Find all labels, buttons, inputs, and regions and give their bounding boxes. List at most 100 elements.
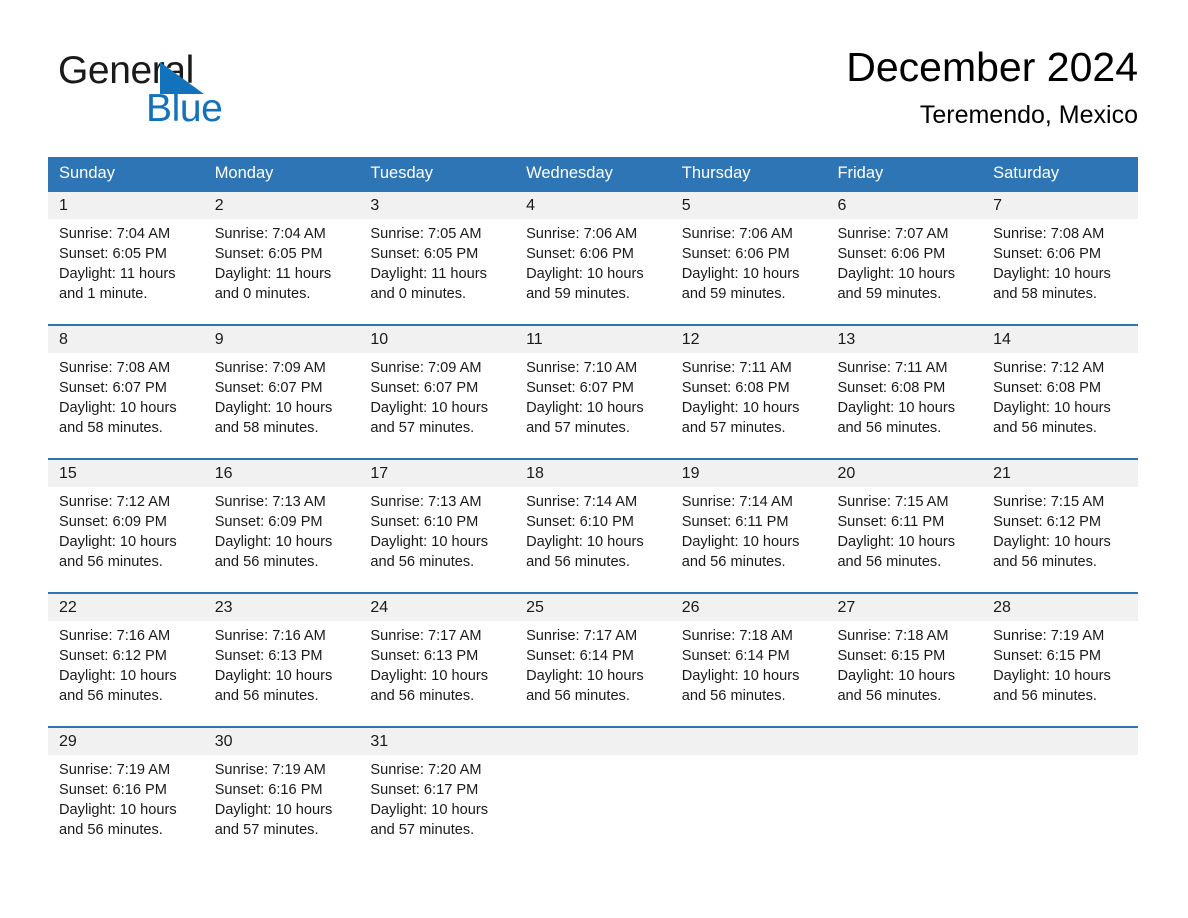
day-number[interactable]: 14 (982, 326, 1138, 353)
sunrise-text: Sunrise: 7:15 AM (837, 494, 949, 510)
day-number[interactable]: 3 (359, 192, 515, 219)
day-detail-band: Sunrise: 7:08 AM Sunset: 6:07 PM Dayligh… (48, 353, 1138, 458)
sunrise-text: Sunrise: 7:09 AM (214, 360, 326, 376)
day-cell[interactable]: Sunrise: 7:20 AM Sunset: 6:17 PM Dayligh… (359, 755, 515, 860)
day-number[interactable]: 16 (204, 460, 360, 487)
sunset-text: Sunset: 6:06 PM (681, 246, 790, 262)
day-cell[interactable]: Sunrise: 7:09 AM Sunset: 6:07 PM Dayligh… (359, 353, 515, 458)
day-number[interactable]: 22 (48, 594, 204, 621)
day-number[interactable]: 13 (826, 326, 982, 353)
day-number[interactable]: 24 (359, 594, 515, 621)
sunset-text: Sunset: 6:07 PM (214, 380, 323, 396)
daylight-text: Daylight: 10 hours and 58 minutes. (59, 400, 177, 436)
day-cell[interactable]: Sunrise: 7:09 AM Sunset: 6:07 PM Dayligh… (204, 353, 360, 458)
title-block: December 2024 Teremendo, Mexico (846, 40, 1138, 130)
day-cell[interactable]: Sunrise: 7:13 AM Sunset: 6:09 PM Dayligh… (204, 487, 360, 592)
day-number[interactable]: 27 (826, 594, 982, 621)
day-number[interactable]: 17 (359, 460, 515, 487)
day-cell[interactable]: Sunrise: 7:19 AM Sunset: 6:16 PM Dayligh… (204, 755, 360, 860)
day-cell[interactable]: Sunrise: 7:04 AM Sunset: 6:05 PM Dayligh… (48, 219, 204, 324)
day-cell[interactable]: Sunrise: 7:06 AM Sunset: 6:06 PM Dayligh… (515, 219, 671, 324)
day-cell[interactable]: Sunrise: 7:17 AM Sunset: 6:13 PM Dayligh… (359, 621, 515, 726)
day-number[interactable]: 31 (359, 728, 515, 755)
day-number[interactable]: 1 (48, 192, 204, 219)
sunset-text: Sunset: 6:07 PM (370, 380, 479, 396)
day-cell[interactable]: Sunrise: 7:14 AM Sunset: 6:10 PM Dayligh… (515, 487, 671, 592)
sunset-text: Sunset: 6:06 PM (993, 246, 1102, 262)
day-cell[interactable]: Sunrise: 7:10 AM Sunset: 6:07 PM Dayligh… (515, 353, 671, 458)
day-number[interactable]: 18 (515, 460, 671, 487)
day-number[interactable]: 19 (671, 460, 827, 487)
sunset-text: Sunset: 6:06 PM (837, 246, 946, 262)
day-cell[interactable]: Sunrise: 7:15 AM Sunset: 6:12 PM Dayligh… (982, 487, 1138, 592)
daylight-text: Daylight: 10 hours and 56 minutes. (214, 668, 333, 704)
sunset-text: Sunset: 6:11 PM (837, 514, 945, 530)
day-cell[interactable]: Sunrise: 7:11 AM Sunset: 6:08 PM Dayligh… (671, 353, 827, 458)
sunset-text: Sunset: 6:05 PM (370, 246, 479, 262)
daylight-text: Daylight: 10 hours and 56 minutes. (681, 534, 800, 570)
daylight-text: Daylight: 10 hours and 56 minutes. (993, 534, 1111, 570)
day-number[interactable]: 9 (204, 326, 360, 353)
day-number[interactable]: 23 (204, 594, 360, 621)
day-number[interactable]: 8 (48, 326, 204, 353)
sunrise-text: Sunrise: 7:18 AM (681, 628, 793, 644)
day-cell[interactable]: Sunrise: 7:12 AM Sunset: 6:08 PM Dayligh… (982, 353, 1138, 458)
day-number[interactable]: 28 (982, 594, 1138, 621)
day-cell[interactable]: Sunrise: 7:08 AM Sunset: 6:06 PM Dayligh… (982, 219, 1138, 324)
sunrise-text: Sunrise: 7:12 AM (993, 360, 1105, 376)
day-cell[interactable]: Sunrise: 7:13 AM Sunset: 6:10 PM Dayligh… (359, 487, 515, 592)
sunset-text: Sunset: 6:14 PM (526, 648, 634, 664)
day-cell[interactable]: Sunrise: 7:17 AM Sunset: 6:14 PM Dayligh… (515, 621, 671, 726)
day-cell[interactable]: Sunrise: 7:11 AM Sunset: 6:08 PM Dayligh… (826, 353, 982, 458)
day-cell[interactable]: Sunrise: 7:16 AM Sunset: 6:12 PM Dayligh… (48, 621, 204, 726)
day-cell-empty (826, 755, 982, 860)
day-number[interactable]: 2 (204, 192, 360, 219)
day-number[interactable]: 4 (515, 192, 671, 219)
day-number[interactable]: 15 (48, 460, 204, 487)
sunset-text: Sunset: 6:09 PM (59, 514, 167, 530)
daylight-text: Daylight: 10 hours and 57 minutes. (681, 400, 800, 436)
sunset-text: Sunset: 6:16 PM (214, 782, 323, 798)
day-number[interactable]: 20 (826, 460, 982, 487)
daylight-text: Daylight: 10 hours and 56 minutes. (370, 668, 489, 704)
day-number-empty (515, 728, 671, 755)
sunset-text: Sunset: 6:08 PM (681, 380, 790, 396)
sunrise-text: Sunrise: 7:09 AM (370, 360, 482, 376)
day-cell[interactable]: Sunrise: 7:06 AM Sunset: 6:06 PM Dayligh… (671, 219, 827, 324)
day-number[interactable]: 25 (515, 594, 671, 621)
day-cell[interactable]: Sunrise: 7:18 AM Sunset: 6:15 PM Dayligh… (826, 621, 982, 726)
day-number[interactable]: 5 (671, 192, 827, 219)
day-cell[interactable]: Sunrise: 7:05 AM Sunset: 6:05 PM Dayligh… (359, 219, 515, 324)
day-number[interactable]: 12 (671, 326, 827, 353)
daylight-text: Daylight: 10 hours and 57 minutes. (370, 802, 489, 838)
sunset-text: Sunset: 6:15 PM (993, 648, 1102, 664)
day-cell[interactable]: Sunrise: 7:12 AM Sunset: 6:09 PM Dayligh… (48, 487, 204, 592)
daylight-text: Daylight: 11 hours and 0 minutes. (214, 266, 332, 302)
sunrise-text: Sunrise: 7:13 AM (214, 494, 326, 510)
day-cell[interactable]: Sunrise: 7:18 AM Sunset: 6:14 PM Dayligh… (671, 621, 827, 726)
day-number[interactable]: 7 (982, 192, 1138, 219)
day-number[interactable]: 21 (982, 460, 1138, 487)
generalblue-logo[interactable]: General Blue (58, 50, 398, 136)
sunset-text: Sunset: 6:13 PM (214, 648, 323, 664)
day-cell[interactable]: Sunrise: 7:15 AM Sunset: 6:11 PM Dayligh… (826, 487, 982, 592)
sunset-text: Sunset: 6:10 PM (370, 514, 479, 530)
day-number[interactable]: 29 (48, 728, 204, 755)
day-cell[interactable]: Sunrise: 7:19 AM Sunset: 6:15 PM Dayligh… (982, 621, 1138, 726)
day-cell-empty (515, 755, 671, 860)
day-cell[interactable]: Sunrise: 7:07 AM Sunset: 6:06 PM Dayligh… (826, 219, 982, 324)
daylight-text: Daylight: 10 hours and 56 minutes. (59, 534, 177, 570)
day-cell[interactable]: Sunrise: 7:19 AM Sunset: 6:16 PM Dayligh… (48, 755, 204, 860)
day-cell[interactable]: Sunrise: 7:16 AM Sunset: 6:13 PM Dayligh… (204, 621, 360, 726)
day-number[interactable]: 30 (204, 728, 360, 755)
day-number[interactable]: 6 (826, 192, 982, 219)
sunrise-text: Sunrise: 7:07 AM (837, 226, 949, 242)
day-cell[interactable]: Sunrise: 7:14 AM Sunset: 6:11 PM Dayligh… (671, 487, 827, 592)
day-number[interactable]: 11 (515, 326, 671, 353)
daylight-text: Daylight: 10 hours and 56 minutes. (526, 534, 644, 570)
sunset-text: Sunset: 6:12 PM (59, 648, 167, 664)
day-number[interactable]: 26 (671, 594, 827, 621)
day-cell[interactable]: Sunrise: 7:04 AM Sunset: 6:05 PM Dayligh… (204, 219, 360, 324)
day-cell[interactable]: Sunrise: 7:08 AM Sunset: 6:07 PM Dayligh… (48, 353, 204, 458)
day-number[interactable]: 10 (359, 326, 515, 353)
